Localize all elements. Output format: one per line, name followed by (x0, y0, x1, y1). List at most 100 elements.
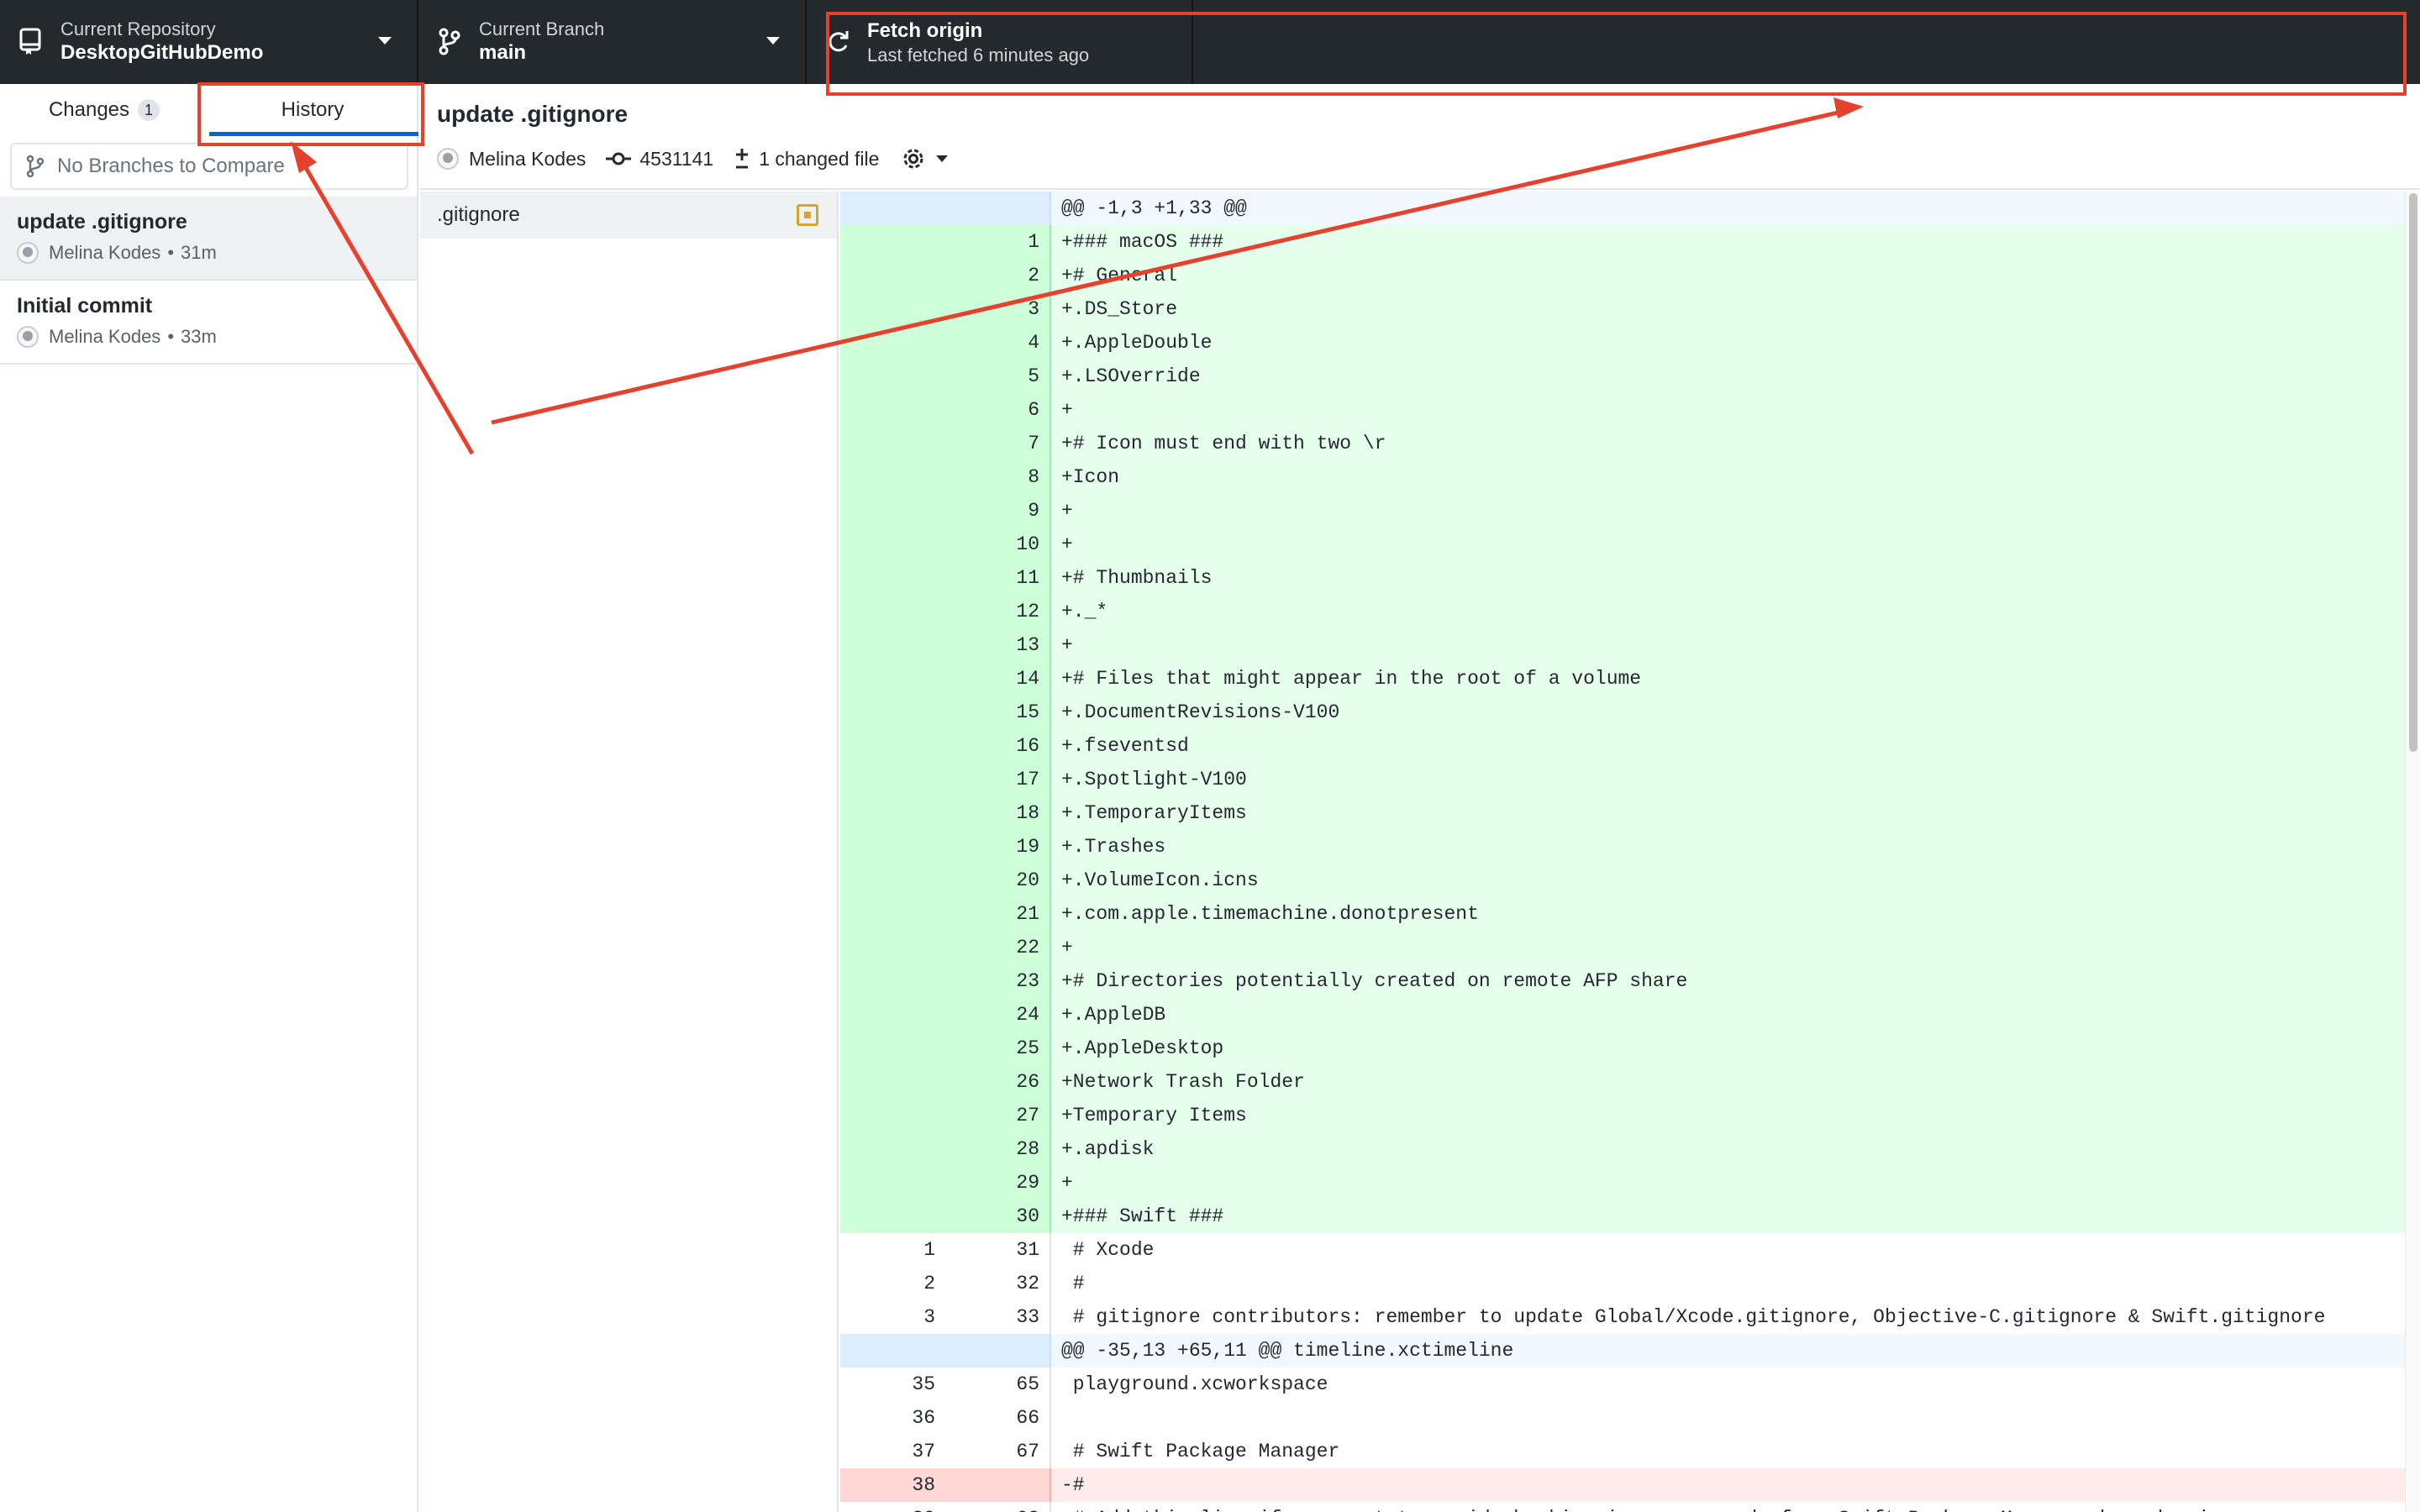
diff-line: 11 +# Thumbnails (840, 561, 2405, 595)
active-tab-indicator (209, 132, 418, 136)
commit-summary-title: update .gitignore (437, 101, 629, 127)
new-line-number: 3 (945, 292, 1051, 326)
old-line-number (840, 192, 945, 225)
old-line-number (840, 864, 945, 897)
old-line-number (840, 360, 945, 393)
old-line-number (840, 1032, 945, 1065)
commit-age: 33m (181, 326, 217, 347)
tab-history-label: History (281, 98, 345, 121)
new-line-number: 1 (945, 225, 1051, 259)
new-line-number: 27 (945, 1099, 1051, 1132)
new-line-number: 12 (945, 595, 1051, 628)
diff-line: 12 +._* (840, 595, 2405, 628)
diff-code: +._* (1051, 595, 2405, 628)
diff-code: +# Files that might appear in the root o… (1051, 662, 2405, 696)
diff-code: +.fseventsd (1051, 729, 2405, 763)
diff-code: +.apdisk (1051, 1132, 2405, 1166)
diff-code: +# Icon must end with two \r (1051, 427, 2405, 460)
avatar (17, 326, 39, 348)
commit-list-item[interactable]: Initial commit Melina Kodes • 33m (0, 281, 417, 365)
old-line-number (840, 662, 945, 696)
diff-line: 18 +.TemporaryItems (840, 796, 2405, 830)
commit-sha: 4531141 (639, 147, 714, 170)
old-line-number: 36 (912, 1407, 935, 1429)
old-line-number (840, 1099, 945, 1132)
last-fetched-text: Last fetched 6 minutes ago (867, 45, 1090, 66)
old-line-number: 35 (912, 1373, 935, 1395)
new-line-number: 17 (945, 763, 1051, 796)
tab-changes[interactable]: Changes 1 (0, 84, 208, 136)
new-line-number: 25 (945, 1032, 1051, 1065)
diff-code: +# General (1051, 259, 2405, 292)
repo-icon (19, 28, 41, 55)
old-line-number (840, 561, 945, 595)
diff-code: +.LSOverride (1051, 360, 2405, 393)
branch-icon (439, 28, 460, 55)
diff-line: 24 +.AppleDB (840, 998, 2405, 1032)
old-line-number: 3 (923, 1306, 935, 1328)
diff-line: 35 65 playground.xcworkspace (840, 1368, 2405, 1401)
diff-code: # Add this line if you want to avoid che… (1051, 1502, 2405, 1512)
new-line-number: 20 (945, 864, 1051, 897)
new-line-number: 31 (945, 1233, 1051, 1267)
diff-line: 22 + (840, 931, 2405, 964)
old-line-number (840, 259, 945, 292)
commit-list-item[interactable]: update .gitignore Melina Kodes • 31m (0, 197, 417, 281)
avatar (437, 148, 459, 170)
repository-label: Current Repository (60, 18, 216, 39)
old-line-number (840, 998, 945, 1032)
meta-separator: • (167, 326, 175, 347)
new-line-number: 16 (945, 729, 1051, 763)
diff-line: 8 +Icon (840, 460, 2405, 494)
commit-title: Initial commit (17, 294, 153, 318)
new-line-number: 6 (945, 393, 1051, 427)
new-line-number: 32 (945, 1267, 1051, 1300)
scrollbar-thumb[interactable] (2409, 193, 2417, 752)
new-line-number: 26 (945, 1065, 1051, 1099)
diff-code: +# Directories potentially created on re… (1051, 964, 2405, 998)
diff-code: +.com.apple.timemachine.donotpresent (1051, 897, 2405, 931)
old-line-number (840, 326, 945, 360)
diff-icon (736, 149, 749, 169)
avatar (17, 242, 39, 264)
file-modified-icon (797, 204, 818, 226)
file-list-item[interactable]: .gitignore (420, 192, 837, 239)
diff-line: 5 +.LSOverride (840, 360, 2405, 393)
diff-hunk-header: @@ -1,3 +1,33 @@ (840, 192, 2405, 225)
sidebar: Changes 1 History No Branches to Compare… (0, 84, 418, 1512)
commit-list: update .gitignore Melina Kodes • 31m Ini… (0, 197, 417, 365)
old-line-number: 38 (840, 1468, 945, 1502)
chevron-down-icon (378, 37, 392, 45)
diff-code: # Xcode (1061, 1239, 1155, 1261)
new-line-number: 9 (945, 494, 1051, 528)
diff-line: 2 +# General (840, 259, 2405, 292)
diff-line: 26 +Network Trash Folder (840, 1065, 2405, 1099)
fetch-origin-button[interactable]: Fetch origin Last fetched 6 minutes ago (807, 0, 1193, 84)
diff-line: 7 +# Icon must end with two \r (840, 427, 2405, 460)
new-line-number: 4 (945, 326, 1051, 360)
repository-selector[interactable]: Current Repository DesktopGitHubDemo (0, 0, 418, 84)
diff-line: 19 +.Trashes (840, 830, 2405, 864)
old-line-number (840, 830, 945, 864)
new-line-number: 30 (945, 1200, 1051, 1233)
diff-scrollbar[interactable] (2405, 192, 2420, 1512)
diff-line: 1 31 # Xcode (840, 1233, 2405, 1267)
diff-settings-button[interactable] (899, 144, 956, 173)
diff-line: 9 + (840, 494, 2405, 528)
new-line-number: 29 (945, 1166, 1051, 1200)
compare-branch-button[interactable]: No Branches to Compare (10, 143, 408, 190)
diff-code: +.AppleDB (1051, 998, 2405, 1032)
diff-code: +.Trashes (1051, 830, 2405, 864)
old-line-number (840, 427, 945, 460)
diff-code: + (1051, 1166, 2405, 1200)
diff-line: 3968 # Add this line if you want to avoi… (840, 1502, 2405, 1512)
branch-name: main (479, 41, 527, 64)
changed-files-count: 1 changed file (759, 147, 880, 170)
tab-history[interactable]: History (208, 84, 417, 136)
diff-code: +.DS_Store (1051, 292, 2405, 326)
commit-sha-button[interactable]: 4531141 (606, 148, 713, 171)
branch-selector[interactable]: Current Branch main (418, 0, 807, 84)
new-line-number: 11 (945, 561, 1051, 595)
diff-line: 1 +### macOS ### (840, 225, 2405, 259)
old-line-number (840, 897, 945, 931)
